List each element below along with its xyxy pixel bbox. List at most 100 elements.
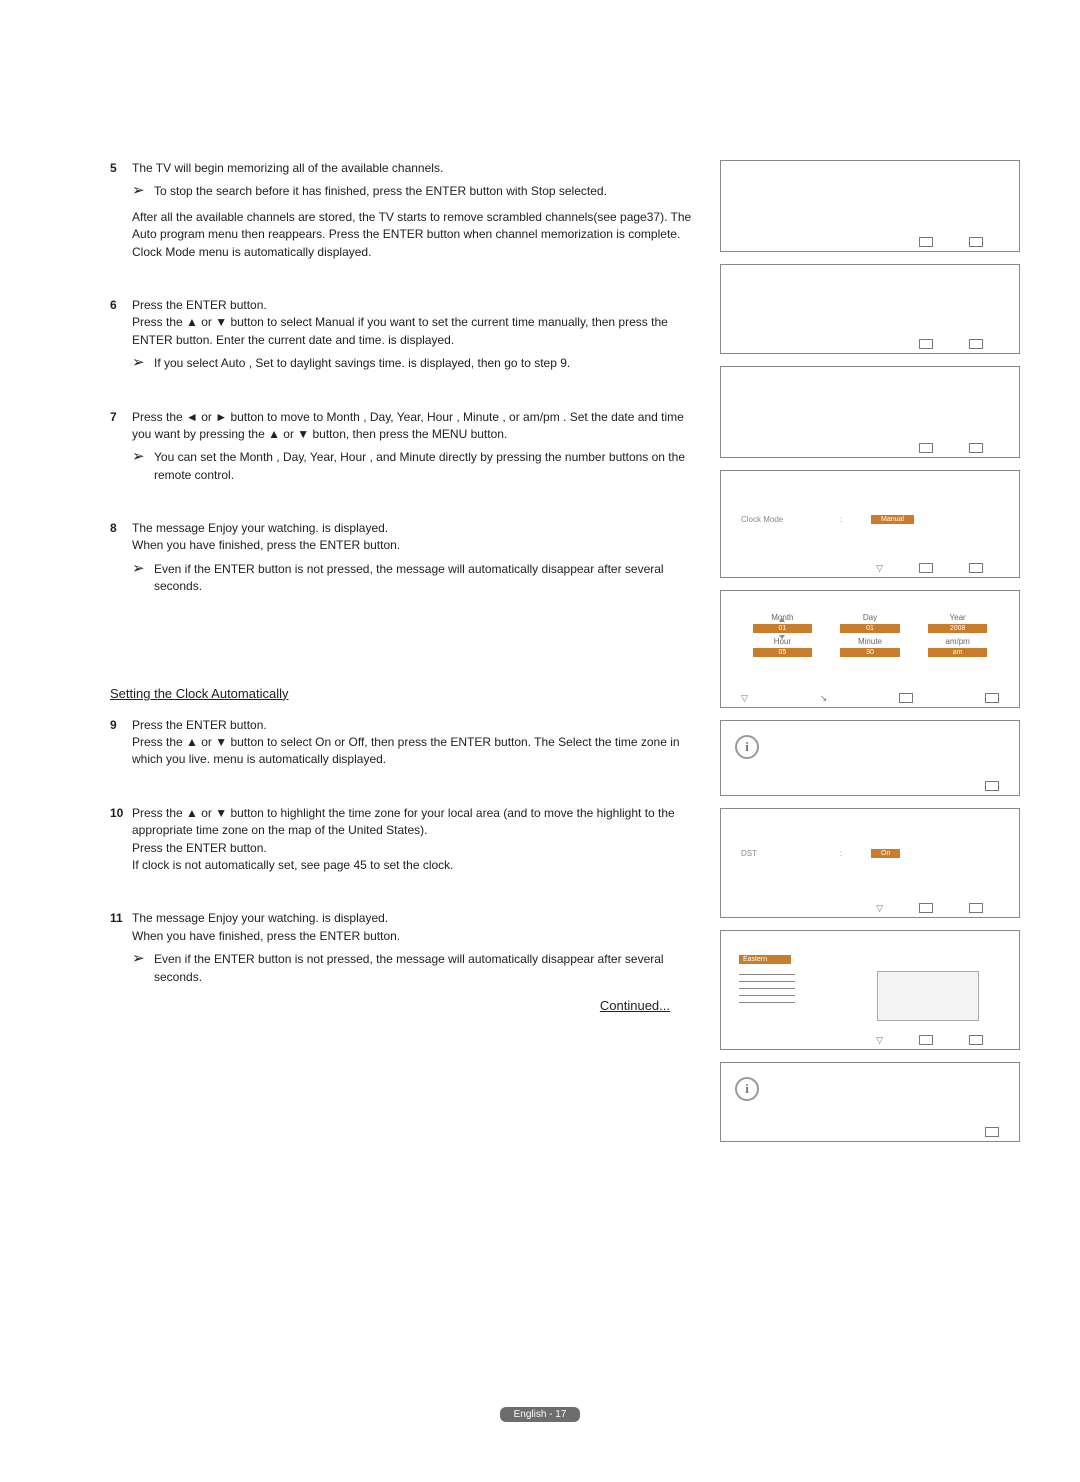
osd-footer-bar [721, 339, 1019, 349]
return-icon [969, 1035, 983, 1045]
info-icon: i [735, 735, 759, 759]
step-line: Press the ◄ or ► button to move to Month… [132, 409, 696, 444]
cell-value: 2008 [928, 624, 987, 633]
step-6: 6 Press the ENTER button. Press the ▲ or… [110, 297, 696, 373]
osd-footer-bar: ▽ [721, 1035, 1019, 1045]
osd-footer-bar: ▽ [721, 903, 1019, 913]
step-number: 7 [110, 409, 132, 485]
step-intro: The TV will begin memorizing all of the … [132, 160, 696, 177]
move-icon: ▽ [741, 694, 748, 702]
move-icon: ▽ [876, 564, 883, 572]
enter-icon [919, 1035, 933, 1045]
osd-panel-dst: DST : On ▽ [720, 808, 1020, 918]
enter-icon [985, 1127, 999, 1137]
osd-footer-bar [721, 443, 1019, 453]
step-line: The message Enjoy your watching. is disp… [132, 520, 696, 537]
osd-panel-timezone: Eastern ▽ [720, 930, 1020, 1050]
colon: : [811, 849, 871, 858]
step-number: 6 [110, 297, 132, 373]
content-columns: 5 The TV will begin memorizing all of th… [110, 160, 1020, 1154]
timezone-list: Eastern [739, 955, 795, 1003]
step-number: 11 [110, 910, 132, 986]
note-text: Even if the ENTER button is not pressed,… [154, 561, 696, 596]
col-header: am/pm [918, 637, 997, 646]
page: 5 The TV will begin memorizing all of th… [0, 0, 1080, 1482]
clockmode-value: Manual [871, 515, 914, 524]
step-5: 5 The TV will begin memorizing all of th… [110, 160, 696, 261]
step-line: Press the ENTER button. [132, 717, 696, 734]
tz-option [739, 996, 795, 1003]
continued-label: Continued... [110, 998, 696, 1013]
arrow-icon: ➢ [132, 355, 154, 372]
cell-value: 30 [840, 648, 899, 657]
instructions-column: 5 The TV will begin memorizing all of th… [110, 160, 702, 1154]
step-body: Press the ◄ or ► button to move to Month… [132, 409, 696, 485]
clockmode-label: Clock Mode [741, 515, 811, 524]
step-body: The message Enjoy your watching. is disp… [132, 520, 696, 596]
step-body: The TV will begin memorizing all of the … [132, 160, 696, 261]
cell-value: am [928, 648, 987, 657]
arrow-icon: ➢ [132, 561, 154, 596]
step-8: 8 The message Enjoy your watching. is di… [110, 520, 696, 596]
step-number: 9 [110, 717, 132, 769]
step-body: Press the ENTER button. Press the ▲ or ▼… [132, 297, 696, 373]
step-line: Press the ▲ or ▼ button to highlight the… [132, 805, 696, 840]
col-header: Day [831, 613, 910, 622]
enter-icon [919, 237, 933, 247]
step-body: The message Enjoy your watching. is disp… [132, 910, 696, 986]
step-line: When you have finished, press the ENTER … [132, 537, 696, 554]
enter-icon [985, 781, 999, 791]
tz-option [739, 975, 795, 982]
clock-grid-top: Month 01 Day 01 Year 2008 [743, 611, 997, 635]
osd-footer-bar [721, 237, 1019, 247]
step-note: ➢ To stop the search before it has finis… [132, 183, 696, 200]
osd-panel-clockmode: Clock Mode : Manual ▽ [720, 470, 1020, 578]
note-text: Even if the ENTER button is not pressed,… [154, 951, 696, 986]
tz-option [739, 968, 795, 975]
tz-option [739, 989, 795, 996]
enter-icon [919, 563, 933, 573]
cell-value: 05 [753, 648, 812, 657]
return-icon [969, 237, 983, 247]
step-11: 11 The message Enjoy your watching. is d… [110, 910, 696, 986]
step-number: 5 [110, 160, 132, 261]
osd-footer-bar [721, 781, 1019, 791]
enter-icon [919, 443, 933, 453]
note-text: You can set the Month , Day, Year, Hour … [154, 449, 696, 484]
tz-option [739, 982, 795, 989]
enter-icon [899, 693, 913, 703]
step-9: 9 Press the ENTER button. Press the ▲ or… [110, 717, 696, 769]
enter-icon [919, 339, 933, 349]
osd-panel-enjoy-1: i [720, 720, 1020, 796]
step-note: ➢ If you select Auto , Set to daylight s… [132, 355, 696, 372]
cell-value: 01 [753, 624, 812, 633]
move-icon: ▽ [876, 904, 883, 912]
osd-panel-autoprogram-3 [720, 366, 1020, 458]
return-icon [969, 563, 983, 573]
step-line: When you have finished, press the ENTER … [132, 928, 696, 945]
return-icon [985, 693, 999, 703]
colon: : [811, 515, 871, 524]
move-icon: ▽ [876, 1036, 883, 1044]
step-line: Press the ▲ or ▼ button to select On or … [132, 734, 696, 769]
osd-panel-enjoy-2: i [720, 1062, 1020, 1142]
step-note: ➢ Even if the ENTER button is not presse… [132, 561, 696, 596]
timezone-selected: Eastern [739, 955, 791, 964]
return-icon [969, 443, 983, 453]
step-10: 10 Press the ▲ or ▼ button to highlight … [110, 805, 696, 875]
step-number: 8 [110, 520, 132, 596]
osd-panel-clockset: Month 01 Day 01 Year 2008 Hour 0 [720, 590, 1020, 708]
osd-panel-autoprogram-1 [720, 160, 1020, 252]
col-minute: Minute 30 [831, 635, 910, 659]
note-text: If you select Auto , Set to daylight sav… [154, 355, 696, 372]
clockmode-row: Clock Mode : Manual [741, 515, 999, 524]
adjust-icon: ↘ [820, 694, 828, 702]
timezone-map [877, 971, 979, 1021]
section-header: Setting the Clock Automatically [110, 686, 696, 701]
step-body: Press the ▲ or ▼ button to highlight the… [132, 805, 696, 875]
screenshots-column: Clock Mode : Manual ▽ Month 01 [720, 160, 1020, 1154]
arrow-icon: ➢ [132, 951, 154, 986]
cell-value: 01 [840, 624, 899, 633]
col-header: Year [918, 613, 997, 622]
arrow-icon: ➢ [132, 449, 154, 484]
